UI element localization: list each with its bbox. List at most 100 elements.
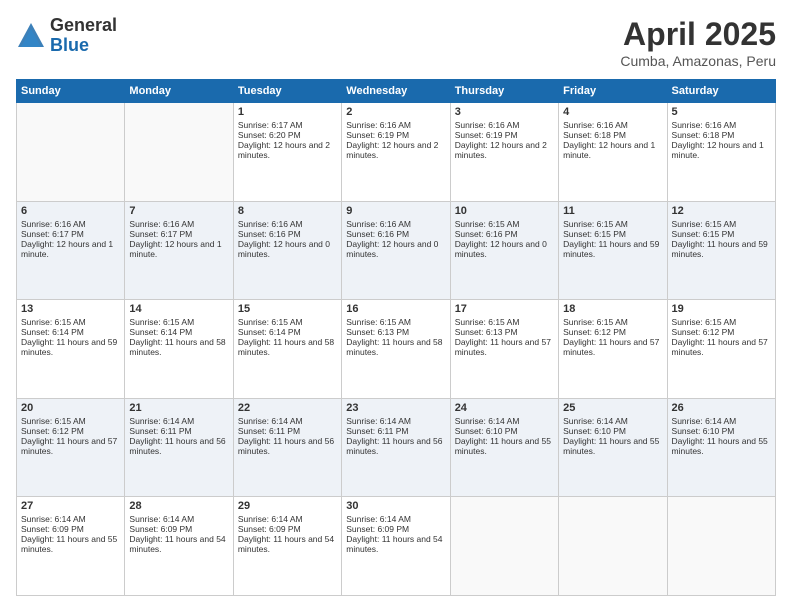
calendar-cell: 25 Sunrise: 6:14 AMSunset: 6:10 PMDayligh… — [559, 398, 667, 497]
calendar-cell: 9Sunrise: 6:16 AMSunset: 6:16 PMDaylight… — [342, 201, 450, 300]
sunset: Sunset: 6:18 PM — [672, 130, 771, 140]
sunset: Sunset: 6:19 PM — [455, 130, 554, 140]
day-number: 25 — [563, 402, 662, 414]
daylight-hours: Daylight: 12 hours and 1 minute. — [672, 140, 771, 160]
calendar-cell: 30Sunrise: 6:14 AMSunset: 6:09 PMDayligh… — [342, 497, 450, 596]
daylight-hours: Daylight: 12 hours and 0 minutes. — [346, 239, 445, 259]
weekday-header: Friday — [559, 80, 667, 103]
sunset: Sunset: 6:09 PM — [21, 524, 120, 534]
daylight-hours: Daylight: 11 hours and 54 minutes. — [238, 534, 337, 554]
daylight-hours: Daylight: 12 hours and 2 minutes. — [455, 140, 554, 160]
daylight-hours: Daylight: 11 hours and 55 minutes. — [563, 436, 662, 456]
sunrise: Sunrise: 6:14 AM — [129, 514, 228, 524]
sunset: Sunset: 6:16 PM — [238, 229, 337, 239]
calendar-cell: 24Sunrise: 6:14 AMSunset: 6:10 PMDayligh… — [450, 398, 558, 497]
day-number: 29 — [238, 500, 337, 512]
day-number: 13 — [21, 303, 120, 315]
sunrise: Sunrise: 6:14 AM — [238, 514, 337, 524]
sunrise: Sunrise: 6:14 AM — [346, 514, 445, 524]
sunrise: Sunrise: 6:15 AM — [21, 416, 120, 426]
sunset: Sunset: 6:20 PM — [238, 130, 337, 140]
sunrise: Sunrise: 6:14 AM — [238, 416, 337, 426]
daylight-hours: Daylight: 12 hours and 1 minute. — [129, 239, 228, 259]
day-number: 23 — [346, 402, 445, 414]
daylight-hours: Daylight: 11 hours and 59 minutes. — [672, 239, 771, 259]
calendar-cell: 20Sunrise: 6:15 AMSunset: 6:12 PMDayligh… — [17, 398, 125, 497]
day-number: 11 — [563, 205, 662, 217]
daylight-hours: Daylight: 12 hours and 0 minutes. — [238, 239, 337, 259]
weekday-header: Saturday — [667, 80, 775, 103]
sunset: Sunset: 6:10 PM — [455, 426, 554, 436]
calendar-cell — [667, 497, 775, 596]
weekday-header: Wednesday — [342, 80, 450, 103]
weekday-header: Tuesday — [233, 80, 341, 103]
calendar-cell: 1Sunrise: 6:17 AMSunset: 6:20 PMDaylight… — [233, 103, 341, 202]
sunrise: Sunrise: 6:16 AM — [346, 120, 445, 130]
sunset: Sunset: 6:09 PM — [238, 524, 337, 534]
sunset: Sunset: 6:15 PM — [672, 229, 771, 239]
sunrise: Sunrise: 6:16 AM — [672, 120, 771, 130]
daylight-hours: Daylight: 11 hours and 57 minutes. — [672, 337, 771, 357]
daylight-hours: Daylight: 11 hours and 57 minutes. — [455, 337, 554, 357]
sunrise: Sunrise: 6:15 AM — [672, 317, 771, 327]
sunset: Sunset: 6:13 PM — [346, 327, 445, 337]
calendar-cell: 23Sunrise: 6:14 AMSunset: 6:11 PMDayligh… — [342, 398, 450, 497]
calendar: SundayMondayTuesdayWednesdayThursdayFrid… — [16, 79, 776, 596]
sunrise: Sunrise: 6:14 AM — [346, 416, 445, 426]
day-number: 14 — [129, 303, 228, 315]
calendar-cell: 21Sunrise: 6:14 AMSunset: 6:11 PMDayligh… — [125, 398, 233, 497]
sunrise: Sunrise: 6:14 AM — [563, 416, 662, 426]
sunset: Sunset: 6:18 PM — [563, 130, 662, 140]
weekday-header: Thursday — [450, 80, 558, 103]
sunrise: Sunrise: 6:16 AM — [129, 219, 228, 229]
sunrise: Sunrise: 6:15 AM — [129, 317, 228, 327]
daylight-hours: Daylight: 12 hours and 1 minute. — [21, 239, 120, 259]
calendar-week-row: 1Sunrise: 6:17 AMSunset: 6:20 PMDaylight… — [17, 103, 776, 202]
daylight-hours: Daylight: 12 hours and 0 minutes. — [455, 239, 554, 259]
daylight-hours: Daylight: 12 hours and 2 minutes. — [346, 140, 445, 160]
logo-blue: Blue — [50, 36, 117, 56]
weekday-header: Monday — [125, 80, 233, 103]
sunset: Sunset: 6:19 PM — [346, 130, 445, 140]
calendar-cell: 16Sunrise: 6:15 AMSunset: 6:13 PMDayligh… — [342, 300, 450, 399]
daylight-hours: Daylight: 11 hours and 55 minutes. — [672, 436, 771, 456]
sunrise: Sunrise: 6:16 AM — [455, 120, 554, 130]
daylight-hours: Daylight: 11 hours and 54 minutes. — [346, 534, 445, 554]
sunset: Sunset: 6:11 PM — [346, 426, 445, 436]
weekday-header: Sunday — [17, 80, 125, 103]
daylight-hours: Daylight: 11 hours and 54 minutes. — [129, 534, 228, 554]
calendar-cell: 17Sunrise: 6:15 AMSunset: 6:13 PMDayligh… — [450, 300, 558, 399]
sunset: Sunset: 6:11 PM — [238, 426, 337, 436]
calendar-cell — [450, 497, 558, 596]
sunrise: Sunrise: 6:15 AM — [21, 317, 120, 327]
daylight-hours: Daylight: 11 hours and 59 minutes. — [563, 239, 662, 259]
sunrise: Sunrise: 6:15 AM — [672, 219, 771, 229]
sunrise: Sunrise: 6:16 AM — [238, 219, 337, 229]
sunrise: Sunrise: 6:15 AM — [455, 219, 554, 229]
logo-general: General — [50, 16, 117, 36]
location-title: Cumba, Amazonas, Peru — [620, 53, 776, 69]
logo: General Blue — [16, 16, 117, 56]
logo-text: General Blue — [50, 16, 117, 56]
calendar-cell — [559, 497, 667, 596]
calendar-cell: 7Sunrise: 6:16 AMSunset: 6:17 PMDaylight… — [125, 201, 233, 300]
daylight-hours: Daylight: 11 hours and 55 minutes. — [21, 534, 120, 554]
weekday-header-row: SundayMondayTuesdayWednesdayThursdayFrid… — [17, 80, 776, 103]
day-number: 5 — [672, 106, 771, 118]
sunset: Sunset: 6:12 PM — [21, 426, 120, 436]
sunrise: Sunrise: 6:15 AM — [455, 317, 554, 327]
calendar-cell: 8 Sunrise: 6:16 AMSunset: 6:16 PMDaylight… — [233, 201, 341, 300]
sunset: Sunset: 6:10 PM — [563, 426, 662, 436]
sunset: Sunset: 6:13 PM — [455, 327, 554, 337]
day-number: 18 — [563, 303, 662, 315]
calendar-cell — [17, 103, 125, 202]
day-number: 21 — [129, 402, 228, 414]
day-number: 20 — [21, 402, 120, 414]
calendar-cell: 14Sunrise: 6:15 AMSunset: 6:14 PMDayligh… — [125, 300, 233, 399]
day-number: 30 — [346, 500, 445, 512]
daylight-hours: Daylight: 11 hours and 55 minutes. — [455, 436, 554, 456]
day-number: 8 — [238, 205, 337, 217]
day-number: 3 — [455, 106, 554, 118]
calendar-cell: 3 Sunrise: 6:16 AMSunset: 6:19 PMDaylight… — [450, 103, 558, 202]
day-number: 27 — [21, 500, 120, 512]
